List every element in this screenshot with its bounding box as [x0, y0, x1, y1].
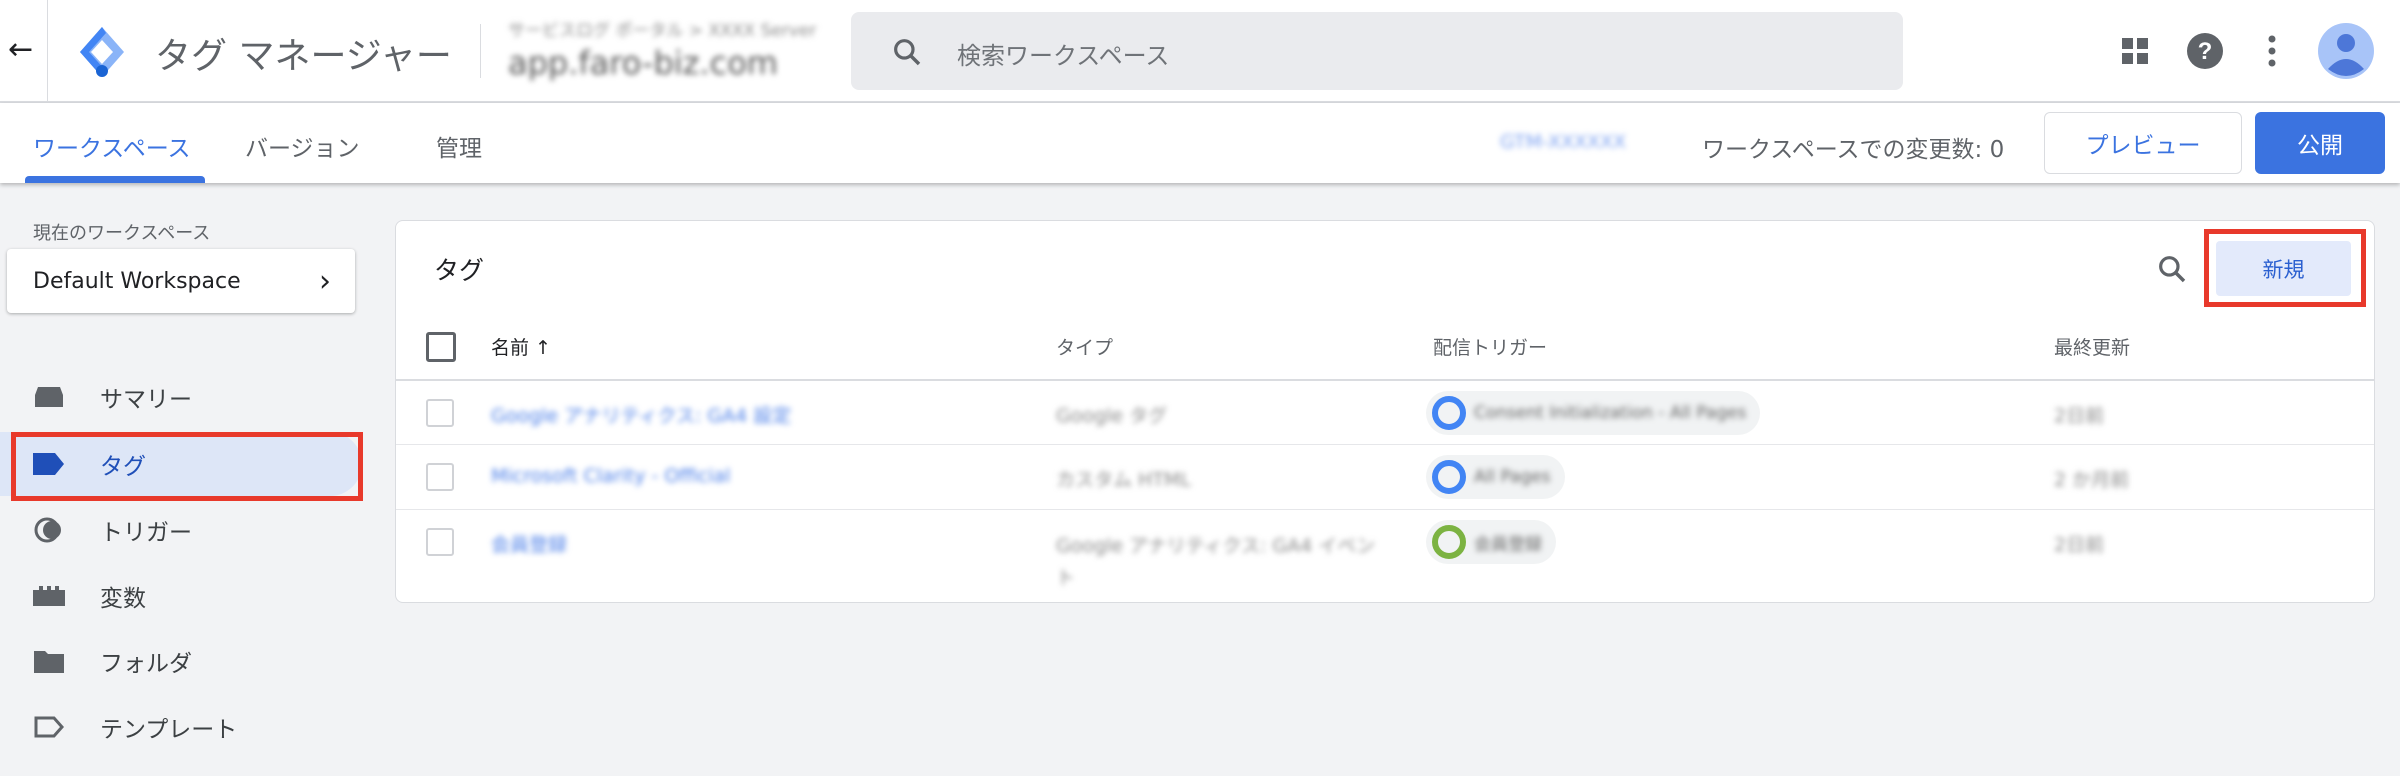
avatar[interactable]	[2318, 23, 2374, 79]
trigger-icon	[1432, 525, 1466, 559]
back-arrow-icon[interactable]: ←	[8, 32, 33, 67]
arrow-up-icon: ↑	[535, 337, 551, 359]
trigger-chip[interactable]: All Pages	[1426, 455, 1565, 499]
search-icon	[894, 39, 921, 66]
tag-name-link[interactable]: Microsoft Clarity - Official	[491, 465, 730, 487]
tags-card: タグ 新規 名前 ↑ タイプ 配信トリガー 最終更新 Google アナリティク…	[395, 220, 2375, 603]
row-checkbox[interactable]	[426, 399, 454, 427]
variable-icon	[32, 586, 66, 606]
column-trigger[interactable]: 配信トリガー	[1433, 333, 1547, 360]
workspace-name: Default Workspace	[33, 268, 241, 294]
workspace-caption: 現在のワークスペース	[33, 223, 211, 244]
column-name[interactable]: 名前 ↑	[491, 333, 551, 360]
sidebar-item-label: 変数	[100, 586, 146, 612]
card-title: タグ	[434, 256, 485, 285]
account-name[interactable]: サービスログ ポータル > XXXX Server	[508, 16, 816, 41]
trigger-chip[interactable]: Consent Initialization - All Pages	[1426, 391, 1761, 435]
workspace-tab-bar: ワークスペース バージョン 管理 GTM-XXXXXX ワークスペースでの変更数…	[0, 103, 2400, 183]
search-bar[interactable]: 検索ワークスペース	[851, 12, 1903, 90]
container-id[interactable]: GTM-XXXXXX	[1500, 131, 1626, 153]
summary-icon	[32, 386, 66, 408]
last-updated: 2日前	[2054, 534, 2105, 556]
tab-admin[interactable]: 管理	[436, 129, 482, 163]
last-updated: 2日前	[2054, 405, 2105, 427]
tag-name-link[interactable]: Google アナリティクス: GA4 設定	[491, 401, 791, 428]
row-checkbox[interactable]	[426, 463, 454, 491]
search-icon[interactable]	[2156, 253, 2188, 285]
sidebar-item-variables[interactable]: 変数	[0, 564, 362, 628]
tab-workspace[interactable]: ワークスペース	[33, 129, 191, 163]
sidebar-item-folders[interactable]: フォルダ	[0, 629, 362, 693]
trigger-label: All Pages	[1474, 467, 1551, 487]
highlight-box	[2204, 229, 2366, 307]
more-vert-icon[interactable]	[2265, 34, 2279, 68]
divider	[480, 24, 481, 78]
highlight-box	[11, 432, 363, 501]
container-selector[interactable]: app.faro-biz.com	[508, 44, 778, 82]
tag-type: カスタム HTML	[1056, 469, 1191, 491]
select-all-checkbox[interactable]	[426, 332, 456, 362]
table-row[interactable]: 会員登録 Google アナリティクス: GA4 イベント 会員登録 2日前	[396, 509, 2374, 603]
last-updated: 2 か月前	[2054, 469, 2130, 491]
trigger-label: Consent Initialization - All Pages	[1474, 403, 1747, 423]
app-title: タグ マネージャー	[155, 36, 452, 77]
app-header: ← タグ マネージャー サービスログ ポータル > XXXX Server ap…	[0, 0, 2400, 103]
column-updated[interactable]: 最終更新	[2054, 333, 2130, 360]
chevron-right-icon: ›	[319, 263, 331, 299]
folder-icon	[32, 649, 66, 673]
search-placeholder: 検索ワークスペース	[957, 42, 1170, 70]
trigger-label: 会員登録	[1474, 534, 1542, 555]
sidebar-item-templates[interactable]: テンプレート	[0, 695, 362, 759]
workspace-changes-count: ワークスペースでの変更数: 0	[1702, 137, 2005, 163]
table-row[interactable]: Google アナリティクス: GA4 設定 Google タグ Consent…	[396, 379, 2374, 444]
publish-button[interactable]: 公開	[2255, 112, 2385, 174]
table-row[interactable]: Microsoft Clarity - Official カスタム HTML A…	[396, 444, 2374, 509]
help-icon[interactable]: ?	[2186, 32, 2224, 70]
divider	[47, 0, 48, 103]
sidebar-item-label: テンプレート	[100, 717, 238, 743]
column-type[interactable]: タイプ	[1056, 333, 1113, 360]
tag-type: Google タグ	[1056, 405, 1168, 427]
sidebar-item-label: トリガー	[100, 520, 192, 546]
sidebar-item-summary[interactable]: サマリー	[0, 365, 362, 429]
trigger-chip[interactable]: 会員登録	[1426, 520, 1556, 564]
preview-button[interactable]: プレビュー	[2044, 112, 2242, 174]
apps-grid-icon[interactable]	[2120, 36, 2150, 66]
gtm-logo-icon	[80, 27, 124, 77]
trigger-icon	[1432, 396, 1466, 430]
workspace-selector[interactable]: Default Workspace ›	[7, 249, 355, 313]
template-icon	[32, 716, 66, 738]
tab-versions[interactable]: バージョン	[245, 129, 360, 163]
sidebar-item-label: フォルダ	[100, 651, 192, 677]
svg-text:?: ?	[2198, 38, 2213, 65]
active-tab-indicator	[25, 176, 205, 183]
column-label: 名前	[491, 337, 530, 359]
tag-type: Google アナリティクス: GA4 イベント	[1056, 535, 1376, 589]
row-checkbox[interactable]	[426, 528, 454, 556]
sidebar-item-triggers[interactable]: トリガー	[0, 498, 362, 562]
trigger-icon	[1432, 460, 1466, 494]
tag-name-link[interactable]: 会員登録	[491, 530, 567, 557]
trigger-icon	[32, 515, 66, 545]
sidebar-item-label: サマリー	[100, 387, 192, 413]
